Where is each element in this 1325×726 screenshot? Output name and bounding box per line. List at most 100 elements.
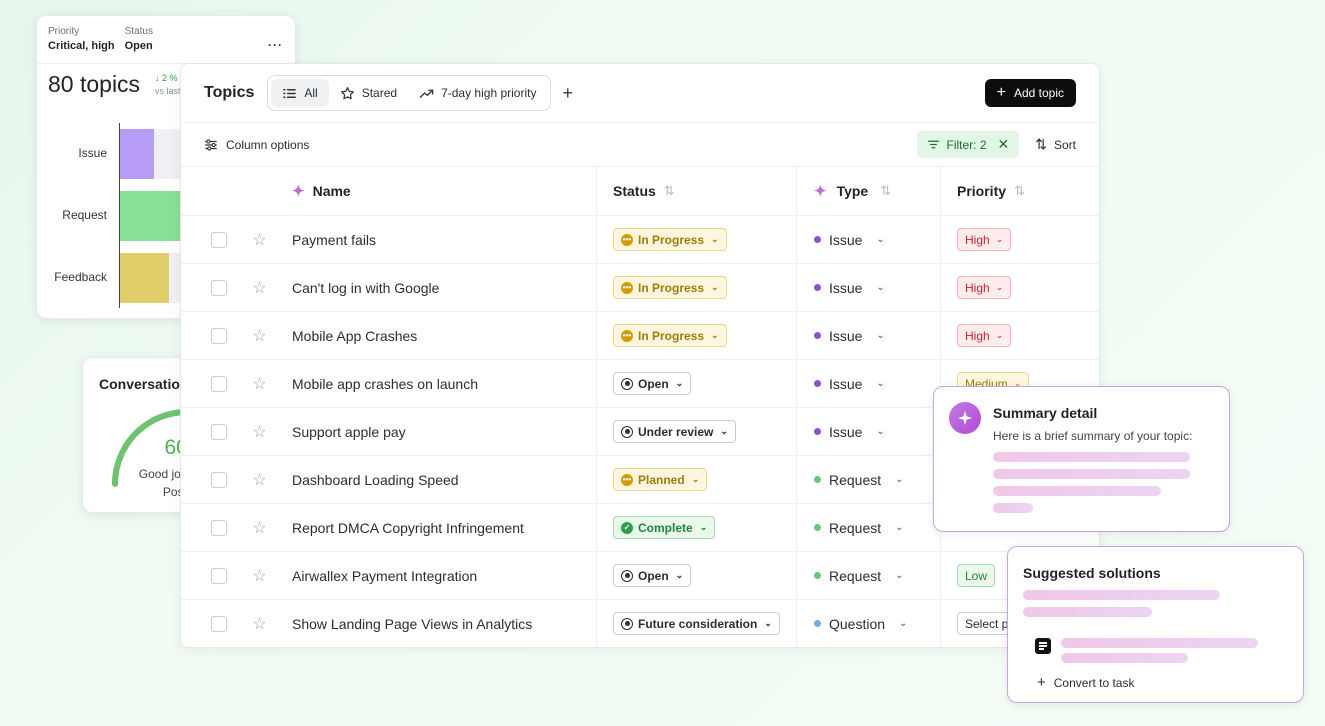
star-icon[interactable]: ☆	[252, 518, 266, 538]
row-checkbox[interactable]	[211, 231, 227, 248]
add-topic-button[interactable]: + Add topic	[984, 79, 1076, 107]
type-cell[interactable]: Issue ⌄	[796, 264, 940, 311]
column-header-priority[interactable]: Priority ⇅	[940, 167, 1099, 215]
status-label: In Progress	[638, 328, 705, 343]
row-checkbox[interactable]	[211, 423, 227, 440]
filter-chip[interactable]: Filter: 2 ✕	[916, 131, 1020, 158]
star-icon[interactable]: ☆	[252, 326, 266, 346]
close-icon[interactable]: ✕	[998, 136, 1010, 153]
tab-high-priority[interactable]: 7-day high priority	[408, 79, 547, 107]
summary-detail-card: Summary detail Here is a brief summary o…	[933, 386, 1230, 532]
row-checkbox[interactable]	[211, 567, 227, 584]
topic-name[interactable]: Payment fails	[292, 232, 596, 248]
delta-caption: vs last	[155, 86, 181, 96]
stats-header: Priority Critical, high Status Open ···	[37, 16, 295, 64]
radio-dot-icon	[621, 377, 633, 390]
priority-badge[interactable]: Low	[957, 564, 996, 587]
row-checkbox[interactable]	[211, 375, 227, 392]
topic-name[interactable]: Mobile App Crashes	[292, 328, 596, 344]
sort-arrows-icon[interactable]: ⇅	[664, 183, 675, 199]
status-label: Open	[638, 568, 669, 583]
sparkle-icon: ✦	[814, 183, 827, 200]
column-options-button[interactable]: Column options	[204, 138, 309, 152]
table-row[interactable]: ☆ Airwallex Payment Integration Open ⌄ R…	[181, 552, 1099, 600]
topic-name[interactable]: Report DMCA Copyright Infringement	[292, 520, 596, 536]
type-label: Request	[829, 519, 882, 536]
priority-badge[interactable]: High ⌄	[957, 228, 1012, 251]
column-options-label: Column options	[226, 137, 310, 152]
table-row[interactable]: ☆ Payment fails ••• In Progress ⌄ Issue …	[181, 216, 1099, 264]
tab-all-label: All	[304, 86, 318, 100]
status-badge[interactable]: ••• In Progress ⌄	[613, 228, 727, 251]
star-icon[interactable]: ☆	[252, 374, 266, 394]
star-icon[interactable]: ☆	[252, 422, 266, 442]
type-dot-icon	[814, 476, 821, 483]
topics-header: Topics All Stared 7-day high priority + …	[181, 64, 1099, 123]
type-cell[interactable]: Issue ⌄	[796, 312, 940, 359]
tab-stared[interactable]: Stared	[329, 79, 408, 107]
type-cell[interactable]: Issue ⌄	[796, 408, 940, 455]
row-checkbox[interactable]	[211, 471, 227, 488]
chevron-down-icon: ⌄	[720, 426, 728, 436]
topic-name[interactable]: Can't log in with Google	[292, 280, 596, 296]
type-cell[interactable]: Request ⌄	[796, 552, 940, 599]
topic-name[interactable]: Dashboard Loading Speed	[292, 472, 596, 488]
type-cell[interactable]: Question ⌄	[796, 600, 940, 647]
convert-label: Convert to task	[1053, 675, 1135, 690]
suggested-solutions-card: Suggested solutions + Convert to task	[1007, 546, 1304, 703]
row-checkbox[interactable]	[211, 519, 227, 536]
status-badge[interactable]: Future consideration ⌄	[613, 612, 780, 635]
add-tab-button[interactable]: +	[562, 83, 573, 104]
type-cell[interactable]: Request ⌄	[796, 504, 940, 551]
star-icon[interactable]: ☆	[252, 470, 266, 490]
type-label: Issue	[829, 375, 863, 392]
row-checkbox[interactable]	[211, 279, 227, 296]
type-cell[interactable]: Issue ⌄	[796, 216, 940, 263]
status-badge[interactable]: ••• In Progress ⌄	[613, 276, 727, 299]
star-icon[interactable]: ☆	[252, 230, 266, 250]
table-row[interactable]: ☆ Mobile App Crashes ••• In Progress ⌄ I…	[181, 312, 1099, 360]
topic-name[interactable]: Show Landing Page Views in Analytics	[292, 616, 596, 632]
sort-arrows-icon[interactable]: ⇅	[880, 183, 891, 199]
summary-subtitle: Here is a brief summary of your topic:	[993, 429, 1193, 443]
sort-arrows-icon[interactable]: ⇅	[1014, 183, 1025, 199]
summary-skeleton-line	[993, 452, 1190, 462]
filter-label: Filter: 2	[946, 137, 987, 152]
star-icon[interactable]: ☆	[252, 278, 266, 298]
table-row[interactable]: ☆ Show Landing Page Views in Analytics F…	[181, 600, 1099, 647]
topic-name[interactable]: Airwallex Payment Integration	[292, 568, 596, 584]
type-cell[interactable]: Request ⌄	[796, 456, 940, 503]
column-header-status[interactable]: Status ⇅	[596, 167, 796, 215]
sort-button[interactable]: ⇅ Sort	[1035, 136, 1076, 153]
status-badge[interactable]: ••• Planned ⌄	[613, 468, 708, 491]
tab-all[interactable]: All	[271, 79, 329, 107]
type-dot-icon	[814, 524, 821, 531]
document-icon	[1035, 638, 1051, 654]
chevron-down-icon: ⌄	[995, 282, 1004, 292]
status-label: In Progress	[638, 280, 705, 295]
status-badge[interactable]: Open ⌄	[613, 372, 692, 395]
star-icon[interactable]: ☆	[252, 614, 266, 634]
priority-badge[interactable]: High ⌄	[957, 276, 1012, 299]
sort-icon: ⇅	[1035, 136, 1047, 152]
status-badge[interactable]: Open ⌄	[613, 564, 692, 587]
status-label: Complete	[638, 520, 693, 535]
type-cell[interactable]: Issue ⌄	[796, 360, 940, 407]
status-badge[interactable]: Under review ⌄	[613, 420, 736, 443]
topic-name[interactable]: Mobile app crashes on launch	[292, 376, 596, 392]
status-badge[interactable]: ✓ Complete ⌄	[613, 516, 716, 539]
topic-name[interactable]: Support apple pay	[292, 424, 596, 440]
row-checkbox[interactable]	[211, 327, 227, 344]
tab-high-priority-label: 7-day high priority	[441, 86, 537, 100]
more-options-icon[interactable]: ···	[268, 38, 283, 63]
star-icon[interactable]: ☆	[252, 566, 266, 586]
table-row[interactable]: ☆ Can't log in with Google ••• In Progre…	[181, 264, 1099, 312]
column-header-type[interactable]: ✦ Type ⇅	[796, 167, 940, 215]
column-header-name[interactable]: ✦ Name	[292, 182, 596, 200]
row-checkbox[interactable]	[211, 615, 227, 632]
convert-to-task-button[interactable]: + Convert to task	[1037, 674, 1134, 691]
priority-badge[interactable]: High ⌄	[957, 324, 1012, 347]
chevron-down-icon: ⌄	[711, 330, 719, 340]
sparkle-icon: ✦	[292, 183, 305, 200]
status-badge[interactable]: ••• In Progress ⌄	[613, 324, 727, 347]
